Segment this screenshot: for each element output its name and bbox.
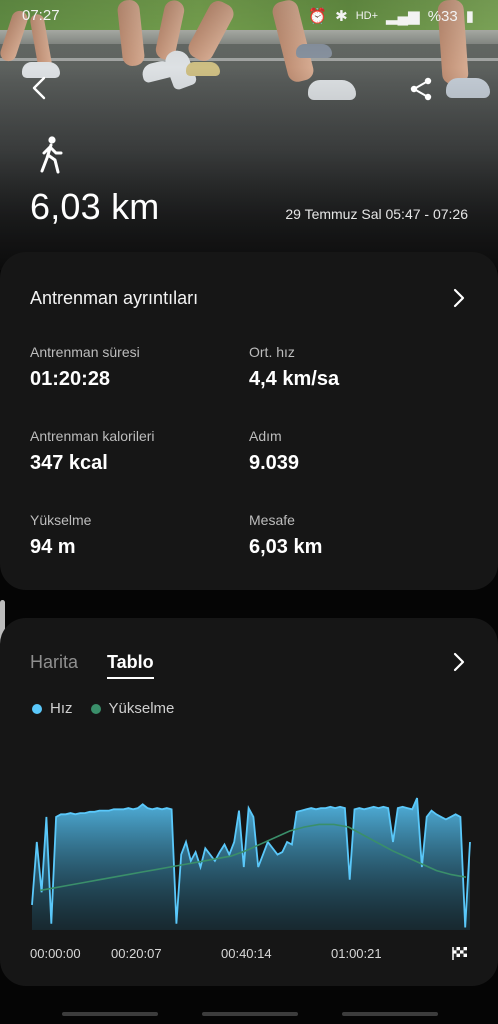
nav-home-button[interactable] (202, 1012, 298, 1016)
signal-icon: ▂▄▆ (386, 8, 420, 25)
hero-photo (0, 0, 498, 270)
chevron-right-icon[interactable] (452, 652, 466, 672)
workout-details-card[interactable]: Antrenman ayrıntıları Antrenman süresi 0… (0, 252, 498, 590)
stat-label: Mesafe (249, 512, 295, 528)
stat-value: 94 m (30, 536, 76, 558)
chart-legend: Hız Yükselme (32, 700, 192, 717)
legend-dot-elevation (90, 703, 101, 714)
tab-map[interactable]: Harita (30, 652, 78, 673)
x-tick-label: 01:00:21 (331, 946, 382, 961)
bluetooth-icon: ✱ (335, 8, 348, 25)
walking-icon (40, 136, 63, 174)
status-icons: ⏰ ✱ HD+ ▂▄▆ %33 ▮ (308, 7, 474, 26)
battery-icon: ▮ (465, 8, 474, 25)
stat-value: 9.039 (249, 452, 300, 474)
x-tick-label: 00:00:00 (30, 946, 81, 961)
alarm-icon: ⏰ (308, 8, 328, 25)
back-arrow-icon[interactable] (28, 76, 52, 100)
stat-label: Yükselme (30, 512, 92, 528)
stat-value: 4,4 km/sa (249, 368, 340, 390)
legend-elevation: Yükselme (90, 700, 175, 717)
stat-label: Ort. hız (249, 344, 295, 360)
speed-elevation-chart (31, 797, 471, 930)
stat-label: Adım (249, 428, 282, 444)
x-tick-label: 00:40:14 (221, 946, 272, 961)
stat-value: 01:20:28 (30, 368, 111, 390)
stat-duration: Antrenman süresi 01:20:28 (30, 344, 140, 391)
nav-recent-button[interactable] (62, 1012, 158, 1016)
status-bar: 07:27 ⏰ ✱ HD+ ▂▄▆ %33 ▮ (0, 0, 498, 30)
legend-speed: Hız (32, 700, 73, 717)
stat-value: 347 kcal (30, 452, 108, 474)
hero-overlay (0, 0, 498, 270)
network-label: HD+ (355, 10, 378, 22)
legend-dot-speed (32, 703, 42, 714)
stat-calories: Antrenman kalorileri 347 kcal (30, 428, 155, 475)
status-time: 07:27 (22, 7, 60, 24)
workout-details-title: Antrenman ayrıntıları (30, 288, 199, 308)
nav-back-button[interactable] (342, 1012, 438, 1016)
tab-table[interactable]: Tablo (107, 652, 154, 679)
chart-card: Harita Tablo Hız Yükselme 00:00:00 00:20… (0, 618, 498, 986)
workout-date-range: 29 Temmuz Sal 05:47 - 07:26 (285, 206, 468, 222)
stat-label: Antrenman kalorileri (30, 428, 155, 444)
stat-value: 6,03 km (249, 536, 323, 558)
stat-steps: Adım 9.039 (249, 428, 299, 475)
legend-label: Yükselme (108, 700, 175, 717)
stat-elevation: Yükselme 94 m (30, 512, 91, 559)
stat-label: Antrenman süresi (30, 344, 140, 360)
stat-avg-speed: Ort. hız 4,4 km/sa (249, 344, 339, 391)
battery-label: %33 (427, 7, 458, 25)
x-tick-label: 00:20:07 (111, 946, 162, 961)
speed-area (32, 798, 470, 930)
legend-label: Hız (50, 700, 73, 717)
share-icon[interactable] (408, 76, 434, 102)
chevron-right-icon[interactable] (452, 288, 466, 308)
total-distance: 6,03 km (30, 186, 160, 227)
stat-distance: Mesafe 6,03 km (249, 512, 322, 559)
finish-flag-icon (452, 947, 467, 960)
